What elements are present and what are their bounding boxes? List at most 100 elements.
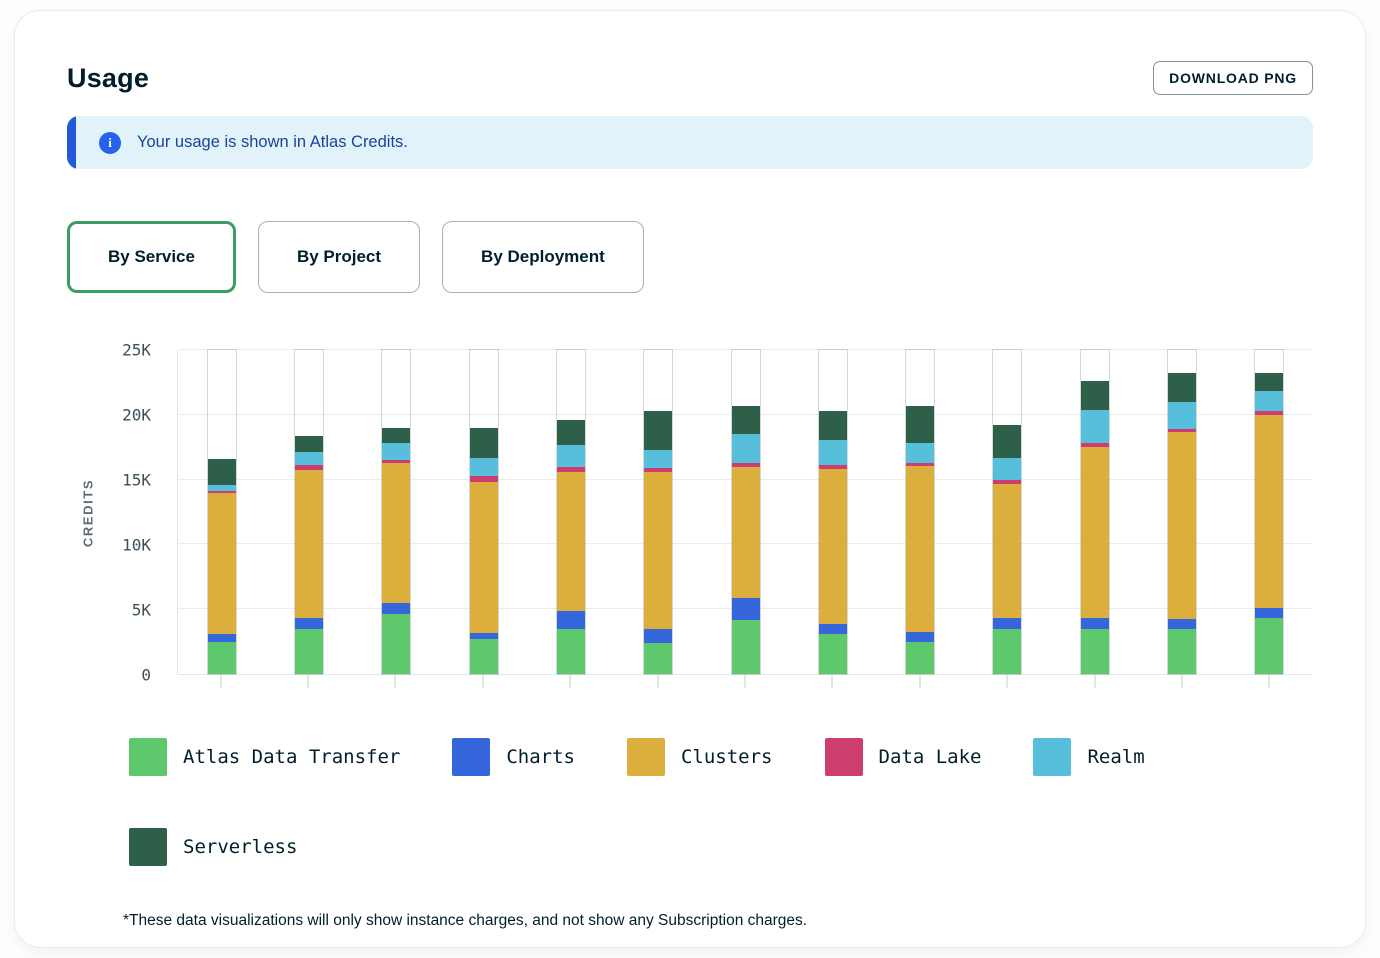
bar-segment-realm[interactable] — [557, 445, 585, 468]
bar-segment-charts[interactable] — [819, 624, 847, 634]
bar-segment-atlas-data-transfer[interactable] — [732, 620, 760, 674]
stacked-bar[interactable] — [208, 350, 236, 674]
bar-segment-serverless[interactable] — [382, 428, 410, 443]
bar-segment-realm[interactable] — [906, 443, 934, 462]
bar-segment-atlas-data-transfer[interactable] — [382, 614, 410, 674]
bar-segment-clusters[interactable] — [732, 467, 760, 599]
bar-segment-clusters[interactable] — [906, 466, 934, 632]
bar-segment-atlas-data-transfer[interactable] — [557, 629, 585, 674]
x-tick-cell — [701, 675, 788, 688]
x-tick-cell — [264, 675, 351, 688]
bar-segment-realm[interactable] — [993, 458, 1021, 481]
bar-segment-serverless[interactable] — [819, 411, 847, 440]
y-axis-title-text: CREDITS — [81, 478, 96, 546]
legend-label: Charts — [506, 746, 575, 768]
bar-segment-atlas-data-transfer[interactable] — [470, 639, 498, 674]
bar-segment-serverless[interactable] — [644, 411, 672, 450]
bar-segment-realm[interactable] — [644, 450, 672, 468]
bar-segment-clusters[interactable] — [1255, 415, 1283, 608]
bar-segment-realm[interactable] — [382, 443, 410, 460]
bar-segment-serverless[interactable] — [1081, 381, 1109, 410]
bar-segment-clusters[interactable] — [644, 472, 672, 629]
stacked-bar[interactable] — [993, 350, 1021, 674]
bar-segment-serverless[interactable] — [1255, 373, 1283, 390]
bar-segment-realm[interactable] — [1255, 391, 1283, 411]
bar-segment-charts[interactable] — [208, 634, 236, 642]
bar-segment-clusters[interactable] — [208, 493, 236, 634]
bar-segment-serverless[interactable] — [557, 420, 585, 445]
bar-segment-realm[interactable] — [295, 452, 323, 464]
legend-swatch-clusters — [627, 738, 665, 776]
bar-segment-realm[interactable] — [1168, 402, 1196, 429]
bar-segment-serverless[interactable] — [906, 406, 934, 444]
bar-segment-clusters[interactable] — [1168, 432, 1196, 619]
stacked-bar[interactable] — [644, 350, 672, 674]
bar-segment-charts[interactable] — [1255, 608, 1283, 618]
bar-segment-clusters[interactable] — [470, 482, 498, 634]
tab-by-service[interactable]: By Service — [67, 221, 236, 293]
bar-segment-clusters[interactable] — [1081, 447, 1109, 619]
bar-segment-clusters[interactable] — [557, 472, 585, 611]
bar-segment-clusters[interactable] — [993, 484, 1021, 618]
bar-segment-clusters[interactable] — [819, 469, 847, 625]
bar-segment-serverless[interactable] — [993, 425, 1021, 457]
bar-segment-charts[interactable] — [1081, 618, 1109, 629]
stacked-bar[interactable] — [1168, 350, 1196, 674]
bar-segment-atlas-data-transfer[interactable] — [644, 643, 672, 674]
bar-segment-charts[interactable] — [644, 629, 672, 643]
stacked-bar[interactable] — [906, 350, 934, 674]
bar-segment-charts[interactable] — [993, 618, 1021, 628]
stacked-bar[interactable] — [382, 350, 410, 674]
x-tick-mark — [744, 675, 746, 688]
bar-segment-clusters[interactable] — [295, 470, 323, 618]
bar-segment-atlas-data-transfer[interactable] — [208, 642, 236, 674]
bar-segment-atlas-data-transfer[interactable] — [295, 629, 323, 674]
stacked-bar[interactable] — [1081, 350, 1109, 674]
bar-segment-atlas-data-transfer[interactable] — [1081, 629, 1109, 674]
stacked-bar[interactable] — [1255, 350, 1283, 674]
stacked-bar[interactable] — [557, 350, 585, 674]
bar-segment-realm[interactable] — [819, 440, 847, 465]
bar-segment-serverless[interactable] — [208, 459, 236, 485]
bar-segment-realm[interactable] — [470, 458, 498, 477]
bar-column — [178, 350, 265, 674]
bar-segment-atlas-data-transfer[interactable] — [1168, 629, 1196, 674]
x-tick-mark — [657, 675, 659, 688]
bar-column — [265, 350, 352, 674]
bar-segment-clusters[interactable] — [382, 463, 410, 603]
y-tick-label: 0 — [141, 666, 151, 685]
bar-segment-atlas-data-transfer[interactable] — [906, 642, 934, 674]
tab-by-project[interactable]: By Project — [258, 221, 420, 293]
bar-segment-atlas-data-transfer[interactable] — [1255, 618, 1283, 674]
bar-segment-atlas-data-transfer[interactable] — [993, 629, 1021, 674]
bar-segment-charts[interactable] — [382, 603, 410, 614]
bar-segment-charts[interactable] — [732, 598, 760, 619]
bar-segment-realm[interactable] — [1081, 410, 1109, 443]
bar-segment-realm[interactable] — [732, 434, 760, 464]
stacked-bar[interactable] — [470, 350, 498, 674]
download-png-button[interactable]: DOWNLOAD PNG — [1153, 61, 1313, 95]
x-axis-ticks — [177, 675, 1313, 688]
x-tick-cell — [789, 675, 876, 688]
bar-segment-serverless[interactable] — [295, 436, 323, 453]
bar-segment-serverless[interactable] — [732, 406, 760, 434]
bar-column — [1226, 350, 1313, 674]
bar-segment-charts[interactable] — [557, 611, 585, 629]
bar-segment-atlas-data-transfer[interactable] — [819, 634, 847, 674]
stacked-bar[interactable] — [819, 350, 847, 674]
view-toggle-group: By Service By Project By Deployment — [67, 221, 1313, 293]
bar-segment-serverless[interactable] — [470, 428, 498, 458]
bar-segment-charts[interactable] — [906, 632, 934, 642]
bar-column — [440, 350, 527, 674]
bar-segment-serverless[interactable] — [1168, 373, 1196, 402]
stacked-bar[interactable] — [295, 350, 323, 674]
bar-segment-charts[interactable] — [1168, 619, 1196, 629]
x-tick-cell — [1226, 675, 1313, 688]
tab-by-deployment[interactable]: By Deployment — [442, 221, 644, 293]
x-tick-mark — [831, 675, 833, 688]
stacked-bar[interactable] — [732, 350, 760, 674]
bar-segment-charts[interactable] — [295, 618, 323, 629]
x-tick-mark — [1006, 675, 1008, 688]
x-tick-cell — [1138, 675, 1225, 688]
x-tick-cell — [1051, 675, 1138, 688]
